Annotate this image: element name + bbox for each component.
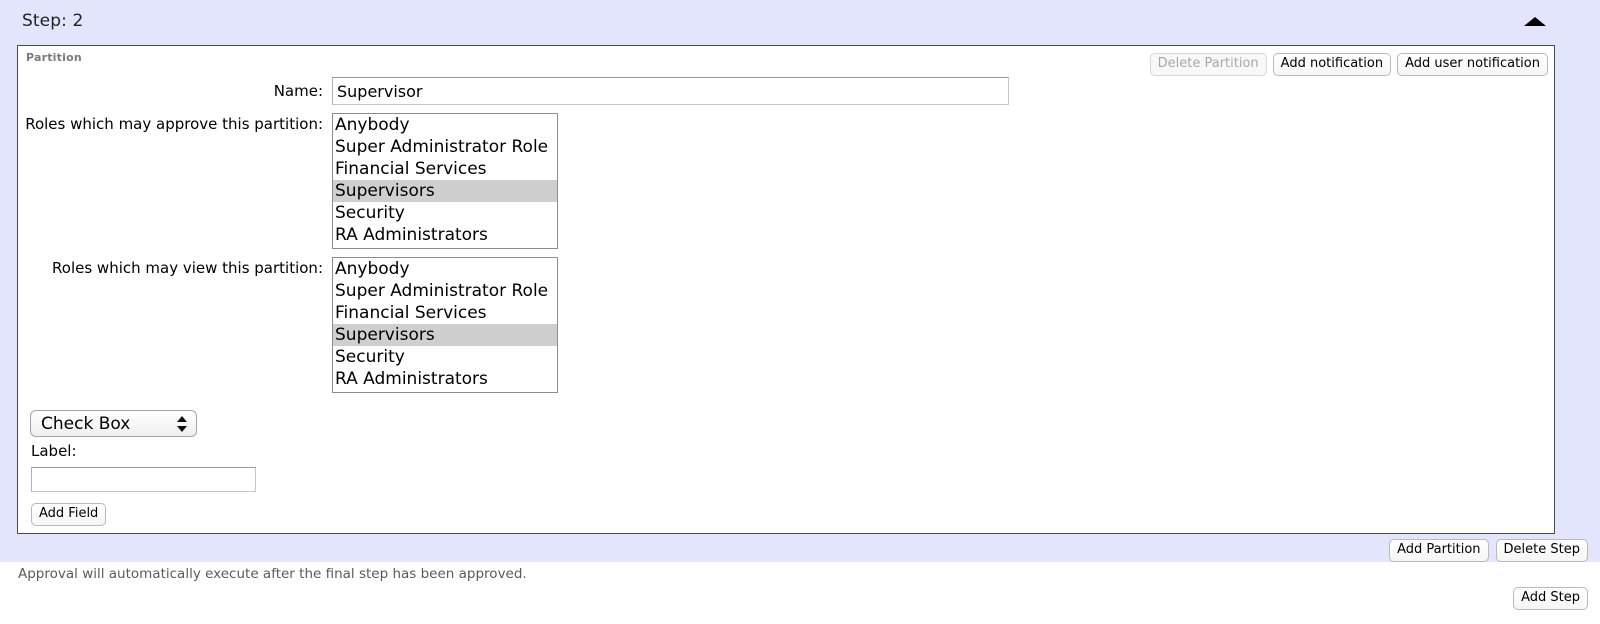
approval-workflow-editor: Step: 2 Partition Delete Partition Add n… [0, 0, 1600, 624]
partition-name-input[interactable] [332, 77, 1009, 105]
list-item[interactable]: Financial Services [333, 158, 557, 180]
field-type-select[interactable]: Check Box [30, 410, 197, 437]
triangle-up-glyph [1524, 17, 1546, 26]
triangle-down-glyph [177, 426, 187, 432]
delete-partition-button[interactable]: Delete Partition [1149, 53, 1267, 76]
approve-roles-label: Roles which may approve this partition: [25, 115, 323, 133]
list-item[interactable]: Super Administrator Role [333, 136, 557, 158]
page-footer-toolbar: Add Step [1513, 587, 1588, 610]
page-title: Step: 2 [22, 11, 84, 31]
view-roles-label: Roles which may view this partition: [52, 259, 323, 277]
field-type-select-value: Check Box [41, 414, 131, 434]
step-header: Step: 2 [0, 0, 1600, 44]
triangle-up-glyph [177, 416, 187, 422]
field-label-input[interactable] [31, 467, 256, 492]
add-partition-button[interactable]: Add Partition [1389, 539, 1489, 562]
field-label-label: Label: [31, 442, 77, 460]
list-item-selected[interactable]: Supervisors [333, 324, 557, 346]
step-panel: Step: 2 Partition Delete Partition Add n… [0, 0, 1600, 562]
list-item[interactable]: Super Administrator Role [333, 280, 557, 302]
list-item[interactable]: Financial Services [333, 302, 557, 324]
add-notification-button[interactable]: Add notification [1272, 53, 1392, 76]
list-item[interactable]: Security [333, 346, 557, 368]
add-user-notification-button[interactable]: Add user notification [1397, 53, 1548, 76]
partition-toolbar: Delete Partition Add notification Add us… [1149, 53, 1548, 76]
updown-arrows-icon [177, 415, 187, 434]
list-item[interactable]: RA Administrators [333, 224, 557, 246]
partition-fieldset: Partition Delete Partition Add notificat… [17, 45, 1555, 534]
partition-legend: Partition [26, 51, 82, 64]
step-footer-toolbar: Add Partition Delete Step [1389, 539, 1588, 562]
add-field-button[interactable]: Add Field [31, 503, 107, 526]
triangle-up-icon[interactable] [1518, 10, 1552, 34]
list-item[interactable]: Security [333, 202, 557, 224]
approve-roles-listbox[interactable]: Anybody Super Administrator Role Financi… [332, 113, 558, 249]
view-roles-listbox[interactable]: Anybody Super Administrator Role Financi… [332, 257, 558, 393]
list-item[interactable]: Anybody [333, 114, 557, 136]
add-step-button[interactable]: Add Step [1513, 587, 1588, 610]
list-item[interactable]: RA Administrators [333, 368, 557, 390]
delete-step-button[interactable]: Delete Step [1495, 539, 1588, 562]
name-label: Name: [273, 82, 323, 100]
list-item-selected[interactable]: Supervisors [333, 180, 557, 202]
approval-note: Approval will automatically execute afte… [18, 566, 527, 582]
list-item[interactable]: Anybody [333, 258, 557, 280]
